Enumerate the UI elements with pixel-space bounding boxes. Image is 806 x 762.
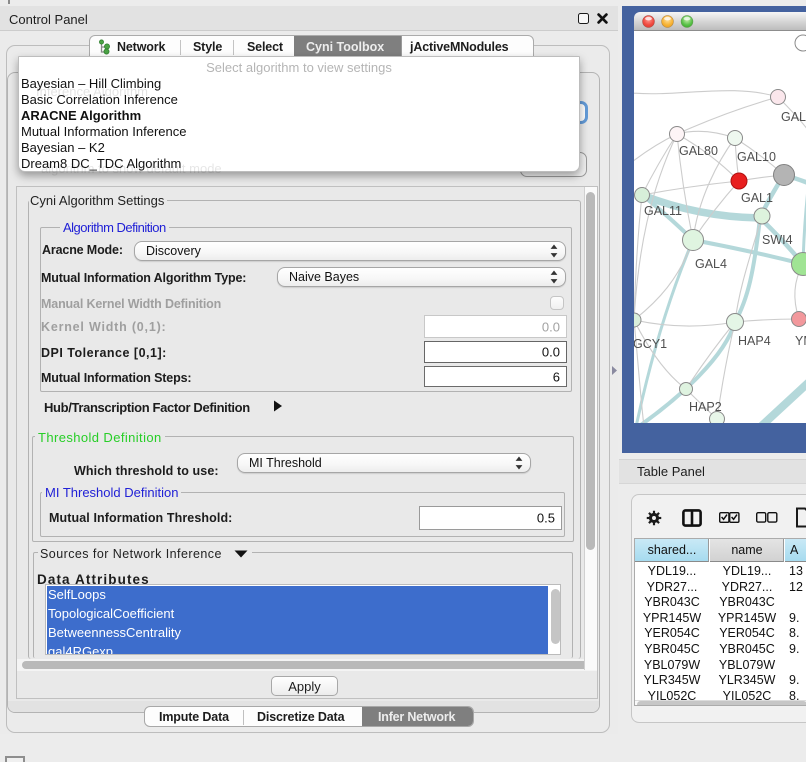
- svg-text:HAP2: HAP2: [689, 400, 722, 414]
- svg-text:GAL80: GAL80: [679, 144, 718, 158]
- svg-text:GAL7: GAL7: [781, 110, 806, 124]
- svg-text:GAL11: GAL11: [644, 204, 682, 218]
- svg-text:GAL1: GAL1: [741, 191, 773, 205]
- svg-text:GAL10: GAL10: [737, 150, 776, 164]
- svg-text:HAP4: HAP4: [738, 334, 771, 348]
- svg-text:SWI4: SWI4: [762, 233, 793, 247]
- svg-text:GAL4: GAL4: [695, 257, 727, 271]
- svg-text:GCY1: GCY1: [634, 337, 667, 351]
- svg-text:YM: YM: [795, 334, 806, 348]
